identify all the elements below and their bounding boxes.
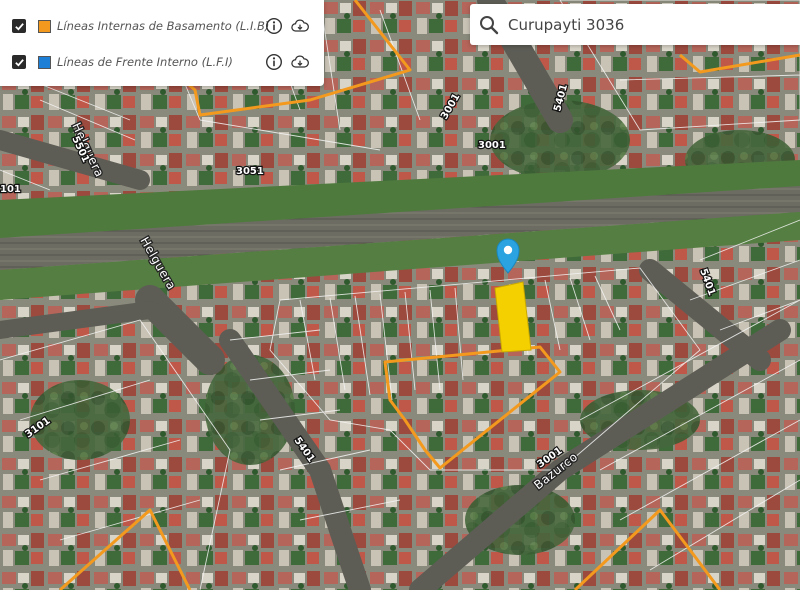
search-bar: [470, 4, 800, 45]
satellite-map[interactable]: Helguera Helguera Bazurco 5501 3001 5401…: [0, 0, 800, 590]
checkmark-icon: [14, 58, 24, 67]
layer-row-lfi: Líneas de Frente Interno (L.F.I): [0, 44, 324, 80]
search-icon[interactable]: [478, 14, 500, 36]
layer-checkbox-lib[interactable]: [12, 19, 26, 33]
cloud-download-icon[interactable]: [291, 53, 309, 71]
cloud-download-icon[interactable]: [291, 17, 309, 35]
house-number-label: 3001: [478, 140, 506, 151]
house-number-label: 101: [0, 184, 21, 195]
house-number-label: 3051: [236, 166, 264, 177]
search-input[interactable]: [506, 14, 790, 35]
layer-label-lib: Líneas Internas de Basamento (L.I.B): [57, 19, 270, 33]
layer-panel: Líneas Internas de Basamento (L.I.B) Lín…: [0, 0, 324, 86]
layer-swatch-lfi: [38, 55, 51, 69]
layer-label-lfi: Líneas de Frente Interno (L.F.I): [57, 55, 233, 69]
layer-checkbox-lfi[interactable]: [12, 55, 26, 69]
layer-swatch-lib: [38, 19, 51, 33]
info-icon[interactable]: [265, 53, 283, 71]
layer-row-lib: Líneas Internas de Basamento (L.I.B): [0, 8, 324, 44]
checkmark-icon: [14, 22, 24, 31]
info-icon[interactable]: [265, 17, 283, 35]
